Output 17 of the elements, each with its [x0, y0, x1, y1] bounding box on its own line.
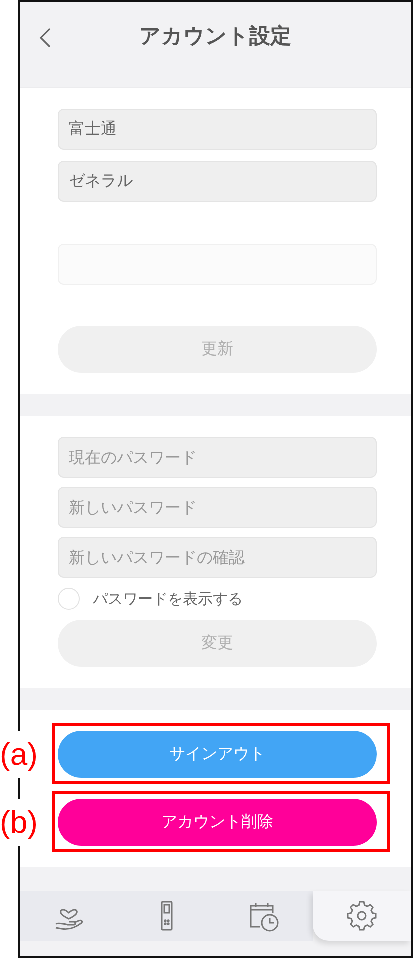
- sign-out-button[interactable]: サインアウト: [58, 731, 377, 778]
- delete-account-button[interactable]: アカウント削除: [58, 799, 377, 846]
- input-field[interactable]: 富士通: [58, 109, 377, 150]
- input-field[interactable]: 新しいパスワードの確認: [58, 537, 377, 578]
- tab-button[interactable]: [216, 891, 314, 941]
- tab-button[interactable]: [20, 891, 118, 941]
- screen-title: アカウント設定: [140, 23, 292, 50]
- input-field[interactable]: 新しいパスワード: [58, 487, 377, 528]
- annotation-label: (a): [0, 731, 38, 778]
- input-field[interactable]: ゼネラル: [58, 161, 377, 202]
- tab-button[interactable]: [313, 891, 411, 941]
- radio-circle[interactable]: [58, 588, 80, 610]
- back-icon[interactable]: [38, 27, 52, 49]
- checkbox-label: パスワードを表示する: [93, 590, 243, 608]
- annotation-label: (b): [0, 799, 38, 846]
- settings-icon: [345, 899, 380, 933]
- input-field[interactable]: 現在のパスワード: [58, 437, 377, 478]
